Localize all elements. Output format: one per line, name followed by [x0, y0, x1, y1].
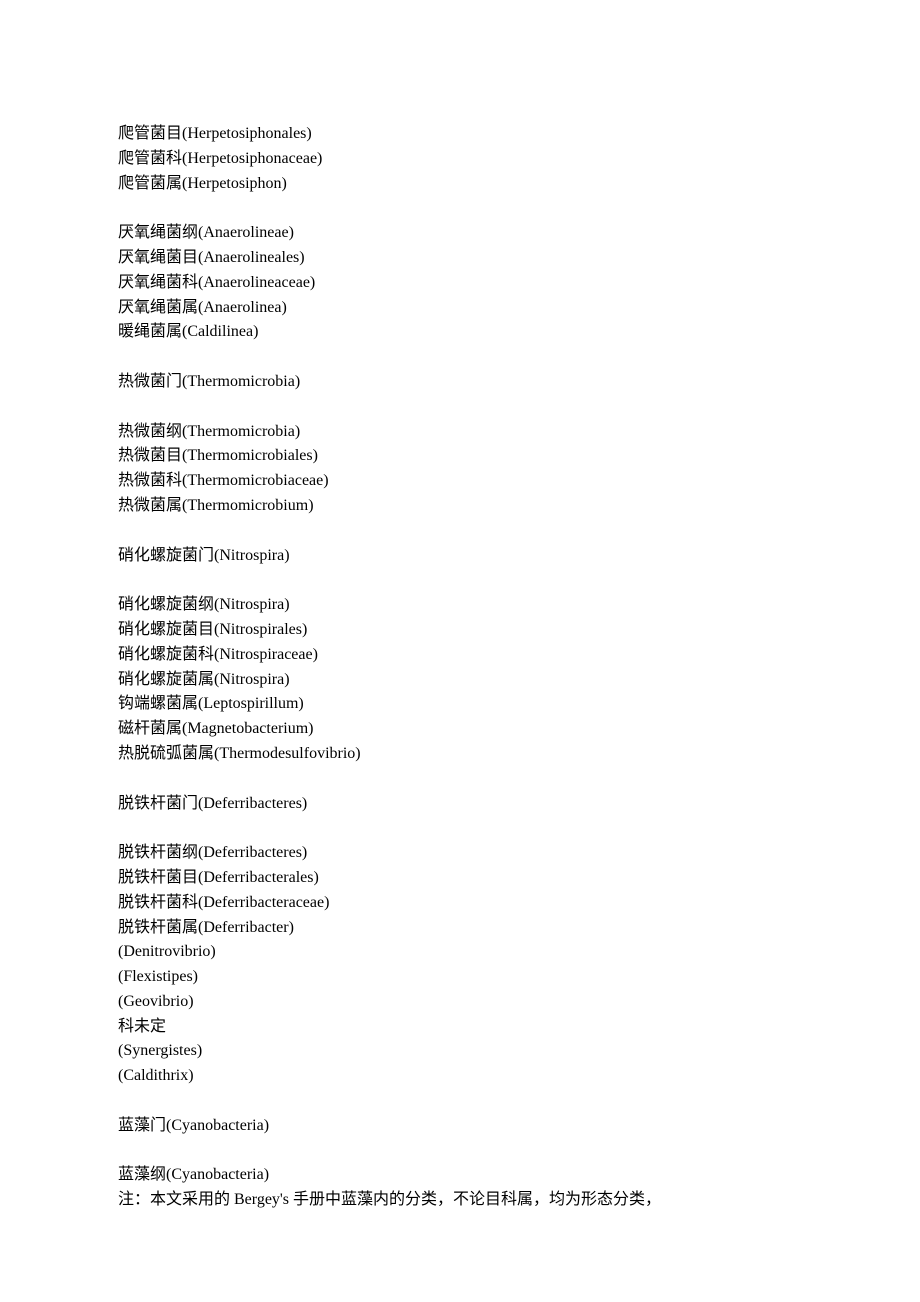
text-line: (Synergistes) — [118, 1039, 802, 1064]
text-line: 脱铁杆菌门(Deferribacteres) — [118, 792, 802, 817]
text-line: 钩端螺菌属(Leptospirillum) — [118, 692, 802, 717]
text-line: 硝化螺旋菌门(Nitrospira) — [118, 544, 802, 569]
blank-line — [118, 519, 802, 544]
blank-line — [118, 767, 802, 792]
text-line: 磁杆菌属(Magnetobacterium) — [118, 717, 802, 742]
text-line: (Geovibrio) — [118, 990, 802, 1015]
blank-line — [118, 196, 802, 221]
text-line: (Caldithrix) — [118, 1064, 802, 1089]
text-line: 脱铁杆菌属(Deferribacter) — [118, 916, 802, 941]
text-line: 爬管菌属(Herpetosiphon) — [118, 172, 802, 197]
blank-line — [118, 1139, 802, 1164]
text-line: 蓝藻门(Cyanobacteria) — [118, 1114, 802, 1139]
blank-line — [118, 345, 802, 370]
text-line: 爬管菌目(Herpetosiphonales) — [118, 122, 802, 147]
text-line: 科未定 — [118, 1015, 802, 1040]
text-line: 厌氧绳菌目(Anaerolineales) — [118, 246, 802, 271]
blank-line — [118, 395, 802, 420]
text-line: 蓝藻纲(Cyanobacteria) — [118, 1163, 802, 1188]
text-line: 脱铁杆菌纲(Deferribacteres) — [118, 841, 802, 866]
text-line: 厌氧绳菌属(Anaerolinea) — [118, 296, 802, 321]
text-line: 硝化螺旋菌目(Nitrospirales) — [118, 618, 802, 643]
text-line: 硝化螺旋菌科(Nitrospiraceae) — [118, 643, 802, 668]
text-line: 注：本文采用的 Bergey's 手册中蓝藻内的分类，不论目科属，均为形态分类， — [118, 1188, 802, 1213]
blank-line — [118, 816, 802, 841]
text-line: 热微菌门(Thermomicrobia) — [118, 370, 802, 395]
text-line: 暖绳菌属(Caldilinea) — [118, 320, 802, 345]
text-line: 硝化螺旋菌属(Nitrospira) — [118, 668, 802, 693]
text-line: 爬管菌科(Herpetosiphonaceae) — [118, 147, 802, 172]
text-line: 热微菌纲(Thermomicrobia) — [118, 420, 802, 445]
text-line: 热微菌科(Thermomicrobiaceae) — [118, 469, 802, 494]
blank-line — [118, 1089, 802, 1114]
document-page: 爬管菌目(Herpetosiphonales)爬管菌科(Herpetosipho… — [0, 0, 920, 1302]
document-body: 爬管菌目(Herpetosiphonales)爬管菌科(Herpetosipho… — [118, 122, 802, 1213]
text-line: 热脱硫弧菌属(Thermodesulfovibrio) — [118, 742, 802, 767]
text-line: 厌氧绳菌纲(Anaerolineae) — [118, 221, 802, 246]
text-line: 脱铁杆菌科(Deferribacteraceae) — [118, 891, 802, 916]
text-line: 硝化螺旋菌纲(Nitrospira) — [118, 593, 802, 618]
text-line: 热微菌目(Thermomicrobiales) — [118, 444, 802, 469]
text-line: (Flexistipes) — [118, 965, 802, 990]
text-line: 热微菌属(Thermomicrobium) — [118, 494, 802, 519]
text-line: 厌氧绳菌科(Anaerolineaceae) — [118, 271, 802, 296]
text-line: 脱铁杆菌目(Deferribacterales) — [118, 866, 802, 891]
text-line: (Denitrovibrio) — [118, 940, 802, 965]
blank-line — [118, 568, 802, 593]
